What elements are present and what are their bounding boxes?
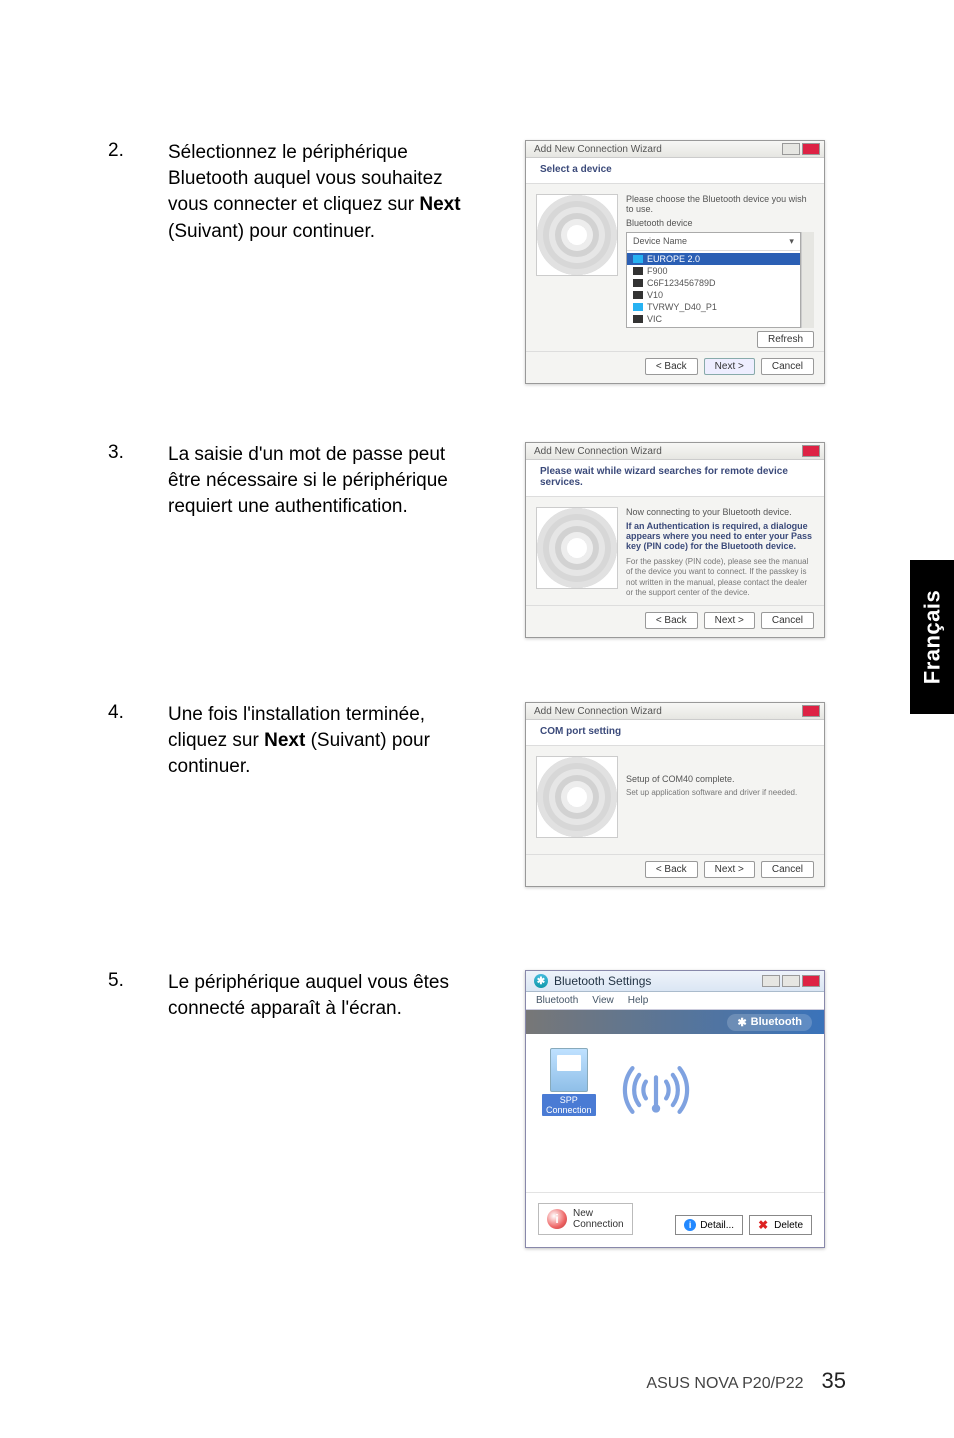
page-footer: ASUS NOVA P20/P22 35 — [646, 1368, 846, 1394]
wizard-graphic-icon — [536, 194, 618, 276]
dialog-title: Add New Connection Wizard — [534, 446, 662, 457]
text-fragment: (Suivant) pour continuer. — [168, 221, 375, 242]
cancel-button[interactable]: Cancel — [761, 861, 814, 878]
connected-device[interactable]: SPP Connection — [542, 1048, 596, 1116]
step-4: 4. Une fois l'installation terminée, cli… — [108, 702, 846, 912]
dialog-titlebar: Add New Connection Wizard — [526, 443, 824, 460]
dialog-heading: Please wait while wizard searches for re… — [526, 460, 824, 497]
step-number: 5. — [108, 970, 140, 992]
fine-print: For the passkey (PIN code), please see t… — [626, 557, 814, 599]
signal-waves-icon — [614, 1048, 698, 1132]
next-button[interactable]: Next > — [704, 612, 755, 629]
refresh-button[interactable]: Refresh — [757, 331, 814, 348]
wizard-dialog-searching: Add New Connection Wizard Please wait wh… — [525, 442, 825, 638]
close-button[interactable] — [802, 143, 820, 155]
cancel-button[interactable]: Cancel — [761, 358, 814, 375]
next-button[interactable]: Next > — [704, 358, 755, 375]
dialog-title: Add New Connection Wizard — [534, 144, 662, 155]
dialog-title: Add New Connection Wizard — [534, 706, 662, 717]
dialog-titlebar: Add New Connection Wizard — [526, 141, 824, 158]
detail-button[interactable]: iDetail... — [675, 1215, 743, 1235]
menu-view[interactable]: View — [592, 995, 614, 1006]
text-fragment: La saisie d'un mot de passe peut être né… — [168, 444, 448, 517]
minimize-button[interactable] — [782, 143, 800, 155]
back-button[interactable]: < Back — [645, 612, 698, 629]
back-button[interactable]: < Back — [645, 358, 698, 375]
bluetooth-settings-window: ✱ Bluetooth Settings Bluetooth View Help — [525, 970, 825, 1248]
footer-product: ASUS NOVA P20/P22 — [646, 1375, 803, 1393]
close-button[interactable] — [802, 705, 820, 717]
list-item[interactable]: VIC — [627, 313, 800, 325]
minimize-button[interactable] — [762, 975, 780, 987]
dialog-heading: Select a device — [526, 158, 824, 184]
step-number: 3. — [108, 442, 140, 464]
list-item[interactable]: C6F123456789D — [627, 277, 800, 289]
dialog-heading: COM port setting — [526, 720, 824, 746]
wizard-dialog-select-device: Add New Connection Wizard Select a devic… — [525, 140, 825, 384]
window-title: Bluetooth Settings — [554, 974, 651, 988]
newconn-text-top: New — [573, 1208, 624, 1219]
step-3: 3. La saisie d'un mot de passe peut être… — [108, 442, 846, 652]
device-icon — [550, 1048, 588, 1092]
dialog-titlebar: Add New Connection Wizard — [526, 703, 824, 720]
bluetooth-logo-icon: ✱ — [534, 974, 548, 988]
bold-fragment: Next — [419, 194, 460, 215]
list-item[interactable]: EUROPE 2.0 — [627, 253, 800, 265]
delete-button[interactable]: ✖Delete — [749, 1215, 812, 1235]
new-connection-button[interactable]: i New Connection — [538, 1203, 633, 1235]
brand-bar: ✱Bluetooth — [526, 1010, 824, 1034]
step-screenshot: Add New Connection Wizard Select a devic… — [520, 140, 830, 384]
text-fragment: Sélectionnez le périphérique Bluetooth a… — [168, 142, 443, 215]
step-2: 2. Sélectionnez le périphérique Bluetoot… — [108, 140, 846, 384]
fine-print: Set up application software and driver i… — [626, 788, 814, 798]
window-titlebar: ✱ Bluetooth Settings — [526, 971, 824, 992]
group-label: Bluetooth device — [626, 218, 814, 228]
listbox-header: Device Name — [633, 236, 687, 247]
menu-bar: Bluetooth View Help — [526, 992, 824, 1010]
list-item[interactable]: TVRWY_D40_P1 — [627, 301, 800, 313]
step-5: 5. Le périphérique auquel vous êtes conn… — [108, 970, 846, 1250]
back-button[interactable]: < Back — [645, 861, 698, 878]
step-number: 4. — [108, 702, 140, 724]
step-number: 2. — [108, 140, 140, 162]
device-canvas: SPP Connection — [526, 1034, 824, 1192]
step-text: Sélectionnez le périphérique Bluetooth a… — [168, 140, 492, 245]
cancel-button[interactable]: Cancel — [761, 612, 814, 629]
status-text: Now connecting to your Bluetooth device. — [626, 507, 814, 517]
listbox-scrollbar[interactable] — [801, 232, 814, 328]
wizard-dialog-com-port: Add New Connection Wizard COM port setti… — [525, 702, 825, 887]
step-screenshot: ✱ Bluetooth Settings Bluetooth View Help — [520, 970, 830, 1250]
close-button[interactable] — [802, 975, 820, 987]
delete-x-icon: ✖ — [758, 1219, 770, 1231]
wizard-graphic-icon — [536, 756, 618, 838]
footer-page-number: 35 — [822, 1368, 846, 1394]
info-icon: i — [684, 1219, 696, 1231]
text-fragment: Le périphérique auquel vous êtes connect… — [168, 972, 449, 1019]
device-label: SPP Connection — [542, 1094, 596, 1116]
menu-bluetooth[interactable]: Bluetooth — [536, 995, 578, 1006]
maximize-button[interactable] — [782, 975, 800, 987]
dropdown-icon: ▾ — [789, 236, 794, 247]
language-tab: Français — [910, 560, 954, 714]
language-tab-label: Français — [919, 590, 945, 685]
auth-hint: If an Authentication is required, a dial… — [626, 521, 814, 551]
step-text: La saisie d'un mot de passe peut être né… — [168, 442, 492, 521]
step-screenshot: Add New Connection Wizard Please wait wh… — [520, 442, 830, 652]
new-connection-icon: i — [547, 1209, 567, 1229]
status-text: Setup of COM40 complete. — [626, 774, 814, 784]
step-screenshot: Add New Connection Wizard COM port setti… — [520, 702, 830, 912]
step-text: Une fois l'installation terminée, clique… — [168, 702, 492, 781]
next-button[interactable]: Next > — [704, 861, 755, 878]
wizard-graphic-icon — [536, 507, 618, 589]
menu-help[interactable]: Help — [628, 995, 649, 1006]
step-text: Le périphérique auquel vous êtes connect… — [168, 970, 492, 1022]
device-listbox[interactable]: Device Name ▾ EUROPE 2.0 F900 C6F12345678… — [626, 232, 801, 328]
list-item[interactable]: V10 — [627, 289, 800, 301]
close-button[interactable] — [802, 445, 820, 457]
bold-fragment: Next — [264, 730, 305, 751]
dialog-instruction: Please choose the Bluetooth device you w… — [626, 194, 814, 214]
newconn-text-bottom: Connection — [573, 1219, 624, 1230]
brand-pill: ✱Bluetooth — [727, 1014, 812, 1031]
list-item[interactable]: F900 — [627, 265, 800, 277]
